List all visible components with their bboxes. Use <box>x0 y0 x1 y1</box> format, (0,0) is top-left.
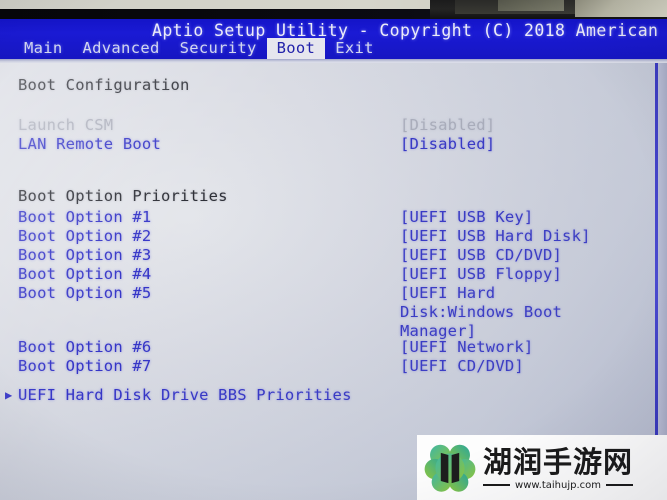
background-object-pane-right <box>575 0 667 17</box>
tab-main[interactable]: Main <box>14 38 73 59</box>
setting-label-boot-option-1[interactable]: Boot Option #1 <box>18 208 151 227</box>
tab-advanced[interactable]: Advanced <box>73 38 170 59</box>
watermark-url-row: www.taihujp.com <box>483 479 634 491</box>
setting-value-boot-option-3[interactable]: [UEFI USB CD/DVD] <box>400 246 562 265</box>
watermark-site-name: 湖润手游网 <box>483 444 634 479</box>
setting-value-lan-remote-boot[interactable]: [Disabled] <box>400 135 495 154</box>
site-logo-icon <box>424 444 476 492</box>
watermark-rule-right <box>606 484 634 486</box>
setting-value-launch-csm: [Disabled] <box>400 116 496 134</box>
bios-screen-photo: Aptio Setup Utility - Copyright (C) 2018… <box>0 0 667 500</box>
setting-label-boot-option-5[interactable]: Boot Option #5 <box>18 284 151 303</box>
setting-label-launch-csm[interactable]: Launch CSM <box>18 116 113 135</box>
section-title-boot-option-priorities: Boot Option Priorities <box>18 187 228 205</box>
setting-label-boot-option-7[interactable]: Boot Option #7 <box>18 357 151 376</box>
setting-label-boot-option-4[interactable]: Boot Option #4 <box>18 265 151 284</box>
setting-label-boot-option-6[interactable]: Boot Option #6 <box>18 338 151 357</box>
watermark-overlay: 湖润手游网 www.taihujp.com <box>417 435 667 500</box>
tab-boot[interactable]: Boot <box>266 38 326 59</box>
setting-value-boot-option-4[interactable]: [UEFI USB Floppy] <box>400 265 562 284</box>
setting-value-boot-option-5-line2[interactable]: Disk:Windows Boot <box>400 303 562 322</box>
setting-label-lan-remote-boot[interactable]: LAN Remote Boot <box>18 135 161 154</box>
chevron-right-icon: ▶ <box>5 388 13 402</box>
watermark-rule-left <box>483 484 511 486</box>
watermark-text-group: 湖润手游网 www.taihujp.com <box>483 444 634 491</box>
setting-value-boot-option-1[interactable]: [UEFI USB Key] <box>400 208 533 227</box>
watermark-url: www.taihujp.com <box>515 479 601 491</box>
tab-security[interactable]: Security <box>170 38 267 59</box>
setting-label-boot-option-2[interactable]: Boot Option #2 <box>18 227 151 246</box>
setting-value-boot-option-6[interactable]: [UEFI Network] <box>400 338 533 357</box>
setting-value-boot-option-2[interactable]: [UEFI USB Hard Disk] <box>400 227 591 246</box>
tab-exit[interactable]: Exit <box>325 38 384 59</box>
setting-value-boot-option-7[interactable]: [UEFI CD/DVD] <box>400 357 524 376</box>
setting-value-boot-option-5-line1[interactable]: [UEFI Hard <box>400 284 495 303</box>
setting-label-boot-option-3[interactable]: Boot Option #3 <box>18 246 151 265</box>
section-title-boot-configuration: Boot Configuration <box>18 76 190 94</box>
background-object-pane-left <box>498 0 564 11</box>
menu-bar: Main Advanced Security Boot Exit <box>0 38 667 59</box>
submenu-uefi-hard-disk-drive-bbs-priorities[interactable]: UEFI Hard Disk Drive BBS Priorities <box>18 386 352 405</box>
